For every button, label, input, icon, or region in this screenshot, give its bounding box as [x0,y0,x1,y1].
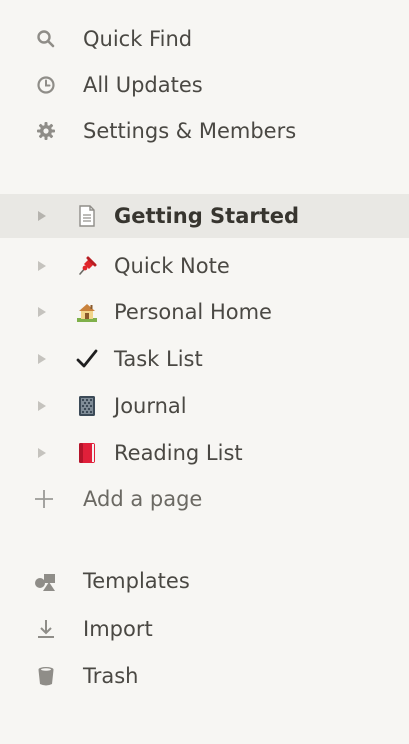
sidebar-item-label: Settings & Members [83,119,297,143]
sidebar: Quick Find All Updates Settings & Member… [0,0,409,744]
expand-triangle-icon[interactable] [36,209,48,223]
clock-icon [34,73,58,97]
download-icon [34,617,58,641]
sidebar-item-label: Trash [83,664,139,688]
sidebar-item-settings-members[interactable]: Settings & Members [0,109,409,153]
pushpin-icon [75,254,99,278]
sidebar-page-task-list[interactable]: Task List [0,337,409,381]
sidebar-item-import[interactable]: Import [0,607,409,651]
sidebar-page-label: Quick Note [114,254,230,278]
house-icon [75,300,99,324]
sidebar-page-personal-home[interactable]: Personal Home [0,290,409,334]
sidebar-item-label: Templates [83,569,190,593]
sidebar-page-journal[interactable]: Journal [0,384,409,428]
add-page-label: Add a page [83,487,203,511]
document-icon [75,204,99,228]
sidebar-item-label: All Updates [83,73,203,97]
expand-triangle-icon[interactable] [36,352,48,366]
sidebar-page-label: Reading List [114,441,243,465]
sidebar-item-all-updates[interactable]: All Updates [0,63,409,107]
templates-icon [34,569,58,593]
red-book-icon [75,441,99,465]
trash-icon [34,664,58,688]
sidebar-item-quick-find[interactable]: Quick Find [0,17,409,61]
sidebar-item-templates[interactable]: Templates [0,559,409,603]
sidebar-page-label: Personal Home [114,300,272,324]
sidebar-page-label: Getting Started [114,204,300,228]
search-icon [34,27,58,51]
notebook-icon [75,394,99,418]
add-page-button[interactable]: Add a page [0,477,409,521]
sidebar-item-label: Import [83,617,153,641]
sidebar-page-getting-started[interactable]: Getting Started [0,194,409,238]
sidebar-item-label: Quick Find [83,27,193,51]
sidebar-page-label: Journal [114,394,187,418]
sidebar-page-reading-list[interactable]: Reading List [0,431,409,475]
expand-triangle-icon[interactable] [36,446,48,460]
expand-triangle-icon[interactable] [36,399,48,413]
sidebar-page-label: Task List [114,347,203,371]
plus-icon [32,487,56,511]
checkmark-icon [75,347,99,371]
sidebar-item-trash[interactable]: Trash [0,654,409,698]
sidebar-page-quick-note[interactable]: Quick Note [0,244,409,288]
expand-triangle-icon[interactable] [36,259,48,273]
expand-triangle-icon[interactable] [36,305,48,319]
gear-icon [34,119,58,143]
